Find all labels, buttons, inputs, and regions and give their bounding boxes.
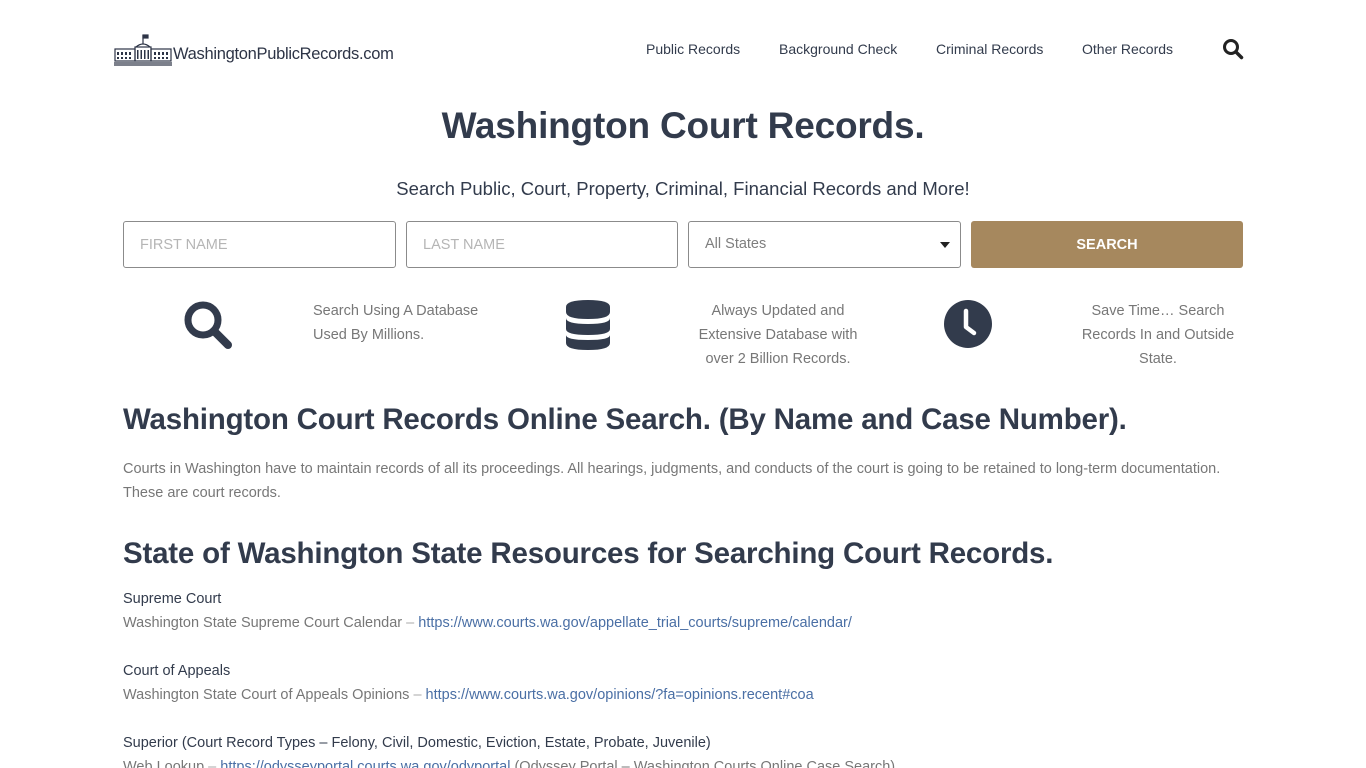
header-search-button[interactable] [1222,38,1244,60]
state-select-value: All States [705,236,767,252]
resource-separator: – [402,615,419,631]
resource-label: Court of Appeals [123,663,231,679]
feature-search-text: Search Using A Database Used By Millions… [313,303,479,343]
nav-other-records[interactable]: Other Records [1082,41,1173,57]
state-select[interactable]: All States [688,221,961,268]
capitol-building-icon [114,34,172,66]
resource-item: Web Lookup – https://odysseyportal.court… [123,759,895,768]
last-name-field-wrapper [406,221,678,268]
resource-separator: – [409,687,426,703]
first-name-input[interactable] [124,222,395,267]
resource-label: Supreme Court [123,591,222,607]
resource-suffix: (Odyssey Portal – Washington Courts Onli… [510,759,896,768]
clock-icon [944,300,992,348]
caret-down-icon [940,242,950,248]
feature-database-text: Always Updated and Extensive Database wi… [698,303,858,367]
resource-item: Washington State Court of Appeals Opinio… [123,687,814,703]
nav-criminal-records[interactable]: Criminal Records [936,41,1043,57]
search-button[interactable]: SEARCH [971,221,1243,268]
feature-search [182,299,234,356]
search-icon [1223,39,1244,60]
nav-public-records[interactable]: Public Records [646,41,740,57]
search-icon [184,301,232,349]
database-icon [566,300,610,350]
first-name-field-wrapper [123,221,396,268]
section-title-online-search: Washington Court Records Online Search. … [123,403,1127,436]
resource-desc: Web Lookup [123,759,205,768]
resource-separator: – [204,759,221,768]
feature-database [566,300,610,355]
resource-desc: Washington State Court of Appeals Opinio… [123,687,410,703]
last-name-input[interactable] [407,222,677,267]
resource-link[interactable]: https://odysseyportal.courts.wa.gov/odyp… [220,759,510,768]
feature-clock-text: Save Time… Search Records In and Outside… [1081,303,1235,367]
nav-background-check[interactable]: Background Check [779,41,897,57]
resource-item: Washington State Supreme Court Calendar … [123,615,852,631]
resource-link[interactable]: https://www.courts.wa.gov/appellate_tria… [418,615,852,631]
section-intro-text: Courts in Washington have to maintain re… [123,461,1221,501]
resource-desc: Washington State Supreme Court Calendar [123,615,403,631]
feature-clock [944,300,992,353]
page-subtitle: Search Public, Court, Property, Criminal… [396,178,970,199]
site-header: WashingtonPublicRecords.com Public Recor… [0,0,1366,100]
section-title-resources: State of Washington State Resources for … [123,537,1054,570]
page-title: Washington Court Records. [441,105,925,146]
site-logo[interactable]: WashingtonPublicRecords.com [114,30,394,66]
resource-link[interactable]: https://www.courts.wa.gov/opinions/?fa=o… [426,687,814,703]
resource-label: Superior (Court Record Types – Felony, C… [123,735,711,751]
logo-text: WashingtonPublicRecords.com [173,45,394,63]
